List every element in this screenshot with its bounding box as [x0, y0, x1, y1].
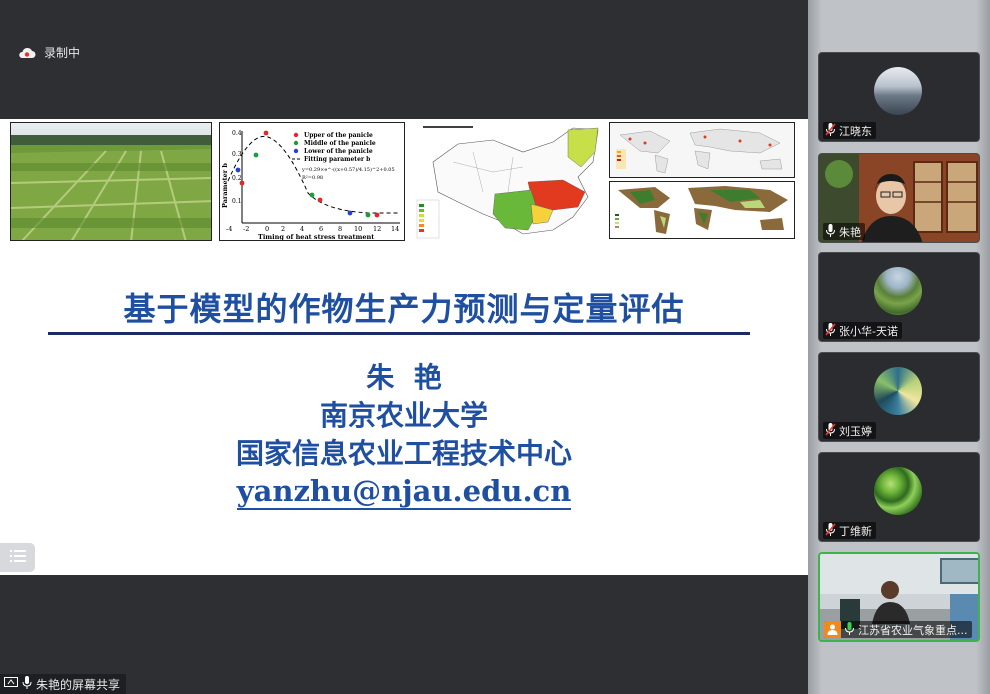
mic-muted-icon	[825, 122, 836, 139]
participant-tile[interactable]: 张小华-天诺	[818, 252, 980, 342]
svg-text:8: 8	[338, 225, 342, 233]
wheat-field-photo	[10, 122, 212, 241]
chart-legend-lower: Lower of the panicle	[304, 148, 373, 155]
world-map-top	[609, 122, 795, 178]
world-map-bottom	[609, 181, 795, 239]
outline-toggle-button[interactable]	[0, 543, 35, 572]
svg-text:2: 2	[281, 225, 285, 233]
svg-text:0: 0	[265, 225, 269, 233]
participant-name: 江晓东	[839, 124, 872, 138]
participant-name: 丁维新	[839, 524, 872, 538]
recording-indicator[interactable]: 录制中	[18, 44, 80, 61]
mic-muted-icon	[825, 522, 836, 539]
participant-tile-active[interactable]: 江苏省农业气象重点...	[818, 552, 980, 642]
author-email: yanzhu@njau.edu.cn	[236, 474, 572, 510]
list-icon	[9, 548, 26, 567]
affiliation-university: 南京农业大学	[319, 399, 488, 432]
participant-name: 江苏省农业气象重点...	[858, 623, 968, 637]
chart-legend-middle: Middle of the panicle	[304, 140, 376, 147]
participant-name: 刘玉婷	[839, 424, 872, 438]
chart-xticks: -4 -2 0 2 4 6 8 10 12 14	[226, 225, 399, 233]
chart-equation: y=0.29×e^-((x+0.57)/4.15)^2+0.05	[301, 166, 395, 173]
screen-share-label: 朱艳的屏幕共享	[0, 674, 127, 694]
sky-avatar	[874, 67, 922, 115]
person-icon	[824, 621, 841, 638]
recording-label: 录制中	[44, 46, 81, 60]
participant-tile[interactable]: 刘玉婷	[818, 352, 980, 442]
participant-tile[interactable]: 江晓东	[818, 52, 980, 142]
chart-ytick: 0.2	[232, 175, 242, 182]
chart-legend-fit: Fitting parameter b	[304, 156, 370, 163]
participant-panel: 江晓东 朱艳 张小华-天诺 刘玉婷 丁维新 江苏省农业气象重点...	[808, 0, 990, 694]
mic-muted-icon	[825, 322, 836, 339]
microphone-icon	[22, 676, 32, 692]
participant-tile[interactable]: 丁维新	[818, 452, 980, 542]
main-stage: 录制中 0.4 0.3 0.2 0.1 Parameter b -4 -2 0 …	[0, 0, 808, 694]
slide-title: 基于模型的作物生产力预测与定量评估	[123, 290, 685, 328]
chart-legend-upper: Upper of the panicle	[304, 132, 373, 139]
shared-slide: 0.4 0.3 0.2 0.1 Parameter b -4 -2 0 2 4 …	[0, 119, 808, 575]
heat-stress-chart: 0.4 0.3 0.2 0.1 Parameter b -4 -2 0 2 4 …	[219, 122, 405, 241]
chart-ylabel: Parameter b	[221, 163, 229, 208]
svg-text:12: 12	[373, 225, 381, 233]
svg-text:14: 14	[391, 225, 399, 233]
chart-ytick: 0.1	[232, 198, 242, 205]
participant-name: 张小华-天诺	[839, 324, 898, 338]
microphone-speaking-icon	[844, 621, 855, 638]
svg-text:4: 4	[300, 225, 304, 233]
participant-name: 朱艳	[839, 225, 861, 239]
chart-ytick: 0.3	[232, 151, 242, 158]
mic-muted-icon	[825, 422, 836, 439]
chart-ytick: 0.4	[232, 130, 242, 137]
chart-xlabel: Timing of heat stress treatment	[258, 233, 374, 241]
cloud-record-icon	[18, 47, 36, 59]
plant-avatar	[874, 467, 922, 515]
svg-text:-4: -4	[226, 225, 232, 233]
microphone-icon	[825, 223, 836, 240]
swirl-avatar	[874, 367, 922, 415]
svg-text:-2: -2	[243, 225, 249, 233]
svg-text:6: 6	[319, 225, 323, 233]
screen-share-icon	[4, 676, 18, 692]
chart-r2: R²=0.98	[302, 175, 323, 181]
terraces-avatar	[874, 267, 922, 315]
title-divider	[48, 332, 750, 335]
svg-text:10: 10	[354, 225, 362, 233]
participant-tile[interactable]: 朱艳	[818, 153, 980, 243]
china-map	[413, 122, 605, 241]
affiliation-center: 国家信息农业工程技术中心	[235, 437, 572, 470]
author-name: 朱 艳	[366, 361, 442, 394]
